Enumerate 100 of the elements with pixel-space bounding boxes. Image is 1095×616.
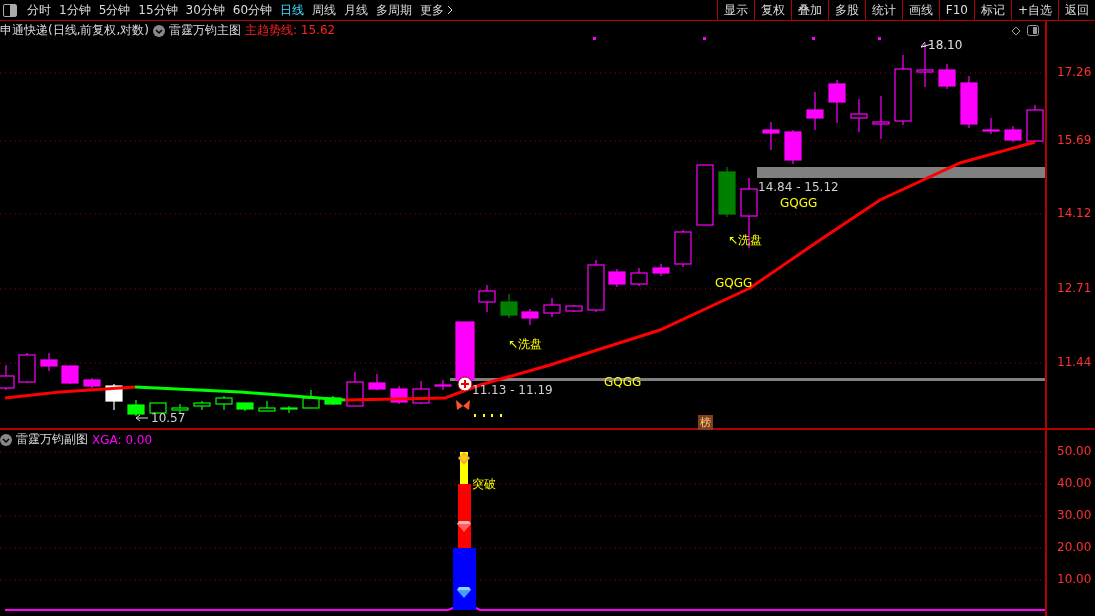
butterfly-icon (456, 400, 470, 410)
candlestick (368, 373, 386, 391)
tick-marks (474, 414, 502, 417)
toolbar-button[interactable]: 标记 (973, 0, 1011, 20)
candlestick (455, 321, 475, 381)
collapse-icon[interactable] (0, 433, 12, 446)
price-label: 18.10 (928, 38, 963, 52)
candlestick (806, 91, 824, 131)
period-tab[interactable]: 15分钟 (134, 0, 182, 20)
candlestick (1004, 125, 1022, 143)
price-label: 11.13 - 11.19 (472, 383, 553, 397)
candlestick (1026, 104, 1044, 143)
candlestick (105, 383, 123, 411)
axis-label: 11.44 (1057, 355, 1092, 369)
candlestick (127, 399, 145, 417)
diamond-icon (457, 521, 471, 532)
candlestick (324, 395, 342, 406)
indicator-value: XGA: 0.00 (92, 432, 153, 447)
candlestick (850, 98, 868, 133)
indicator-name: 雷霆万钧副图 (16, 431, 88, 448)
candlestick (718, 166, 736, 218)
price-label: 14.84 - 15.12 (758, 180, 839, 194)
period-tab[interactable]: 周线 (308, 0, 341, 20)
axis-label: 50.00 (1057, 444, 1092, 458)
stock-title: 申通快递(日线,前复权,对数) (0, 22, 149, 39)
candlestick (894, 54, 912, 126)
collapse-icon[interactable] (153, 24, 165, 37)
axis-label: 17.26 (1057, 65, 1092, 79)
period-tab[interactable]: 多周期 (372, 0, 417, 20)
diamond-icon[interactable] (1011, 25, 1021, 36)
period-tab[interactable]: 更多 (416, 0, 458, 20)
candlestick (521, 308, 539, 326)
wash-label: ↖洗盘 (508, 336, 543, 353)
signal-bar-base (453, 548, 476, 610)
candlestick (434, 379, 452, 391)
period-tab[interactable]: 30分钟 (181, 0, 229, 20)
candlestick (630, 267, 648, 287)
candlestick (61, 365, 79, 385)
period-tab[interactable]: 分时 (23, 0, 55, 20)
toolbar-button[interactable]: 显示 (716, 0, 754, 20)
candlestick (762, 121, 780, 151)
plus-circle-icon (457, 376, 473, 392)
candlestick (236, 402, 254, 412)
candlestick (587, 259, 605, 313)
candlestick (674, 229, 692, 268)
axis-label: 15.69 (1057, 133, 1092, 147)
signal-label: GQGG (780, 196, 818, 210)
axis-label: 10.00 (1057, 572, 1092, 586)
candlestick (565, 304, 583, 313)
period-tab[interactable]: 60分钟 (228, 0, 277, 20)
candlestick (938, 63, 956, 90)
panel-toggle-icon[interactable] (3, 3, 17, 17)
toolbar-button[interactable]: 返回 (1058, 0, 1095, 20)
diamond-icon (458, 452, 470, 465)
panel-toggle-icon[interactable] (1027, 25, 1039, 36)
candlestick (608, 268, 626, 288)
candlestick (412, 380, 430, 405)
chevron-icon (447, 5, 454, 15)
candlestick (171, 403, 189, 414)
candlestick (40, 352, 58, 372)
axis-label: 14.12 (1057, 206, 1092, 220)
candlestick (280, 405, 298, 414)
candlestick (543, 297, 561, 318)
candlestick (784, 129, 802, 165)
period-tab[interactable]: 月线 (340, 0, 373, 20)
diamond-icon (457, 587, 471, 598)
toolbar-button[interactable]: +自选 (1010, 0, 1058, 20)
indicator-name: 雷霆万钧主图 (169, 22, 241, 39)
candlestick (215, 395, 233, 411)
candlestick (83, 377, 101, 389)
axis-label: 20.00 (1057, 540, 1092, 554)
candlestick (346, 371, 364, 407)
candlestick (828, 79, 846, 124)
candlestick (696, 164, 714, 226)
toolbar-button[interactable]: 统计 (864, 0, 902, 20)
signal-label: 突破 (472, 476, 496, 493)
candlestick (193, 400, 211, 411)
candlestick (872, 95, 890, 140)
price-label: 10.57 (151, 411, 186, 425)
candlestick (258, 400, 276, 412)
axis-label: 30.00 (1057, 508, 1092, 522)
candlestick (18, 352, 36, 384)
toolbar-button[interactable]: 复权 (753, 0, 791, 20)
left-arrow-icon (135, 414, 149, 422)
axis-label: 40.00 (1057, 476, 1092, 490)
axis-label: 12.71 (1057, 281, 1092, 295)
candlestick (149, 402, 167, 414)
candlestick (302, 389, 320, 409)
period-tab[interactable]: 日线 (276, 0, 309, 20)
candlestick (982, 117, 1000, 135)
indicator-value: 主趋势线: 15.62 (245, 22, 336, 39)
toolbar-button[interactable]: 画线 (901, 0, 939, 20)
signal-label: GQGG (604, 375, 642, 389)
period-tab[interactable]: 1分钟 (55, 0, 95, 20)
toolbar-button[interactable]: 多股 (827, 0, 865, 20)
toolbar-button[interactable]: 叠加 (790, 0, 828, 20)
candlestick (500, 293, 518, 319)
signal-label: GQGG (715, 276, 753, 290)
period-tab[interactable]: 5分钟 (94, 0, 135, 20)
toolbar-button[interactable]: F10 (938, 0, 974, 20)
